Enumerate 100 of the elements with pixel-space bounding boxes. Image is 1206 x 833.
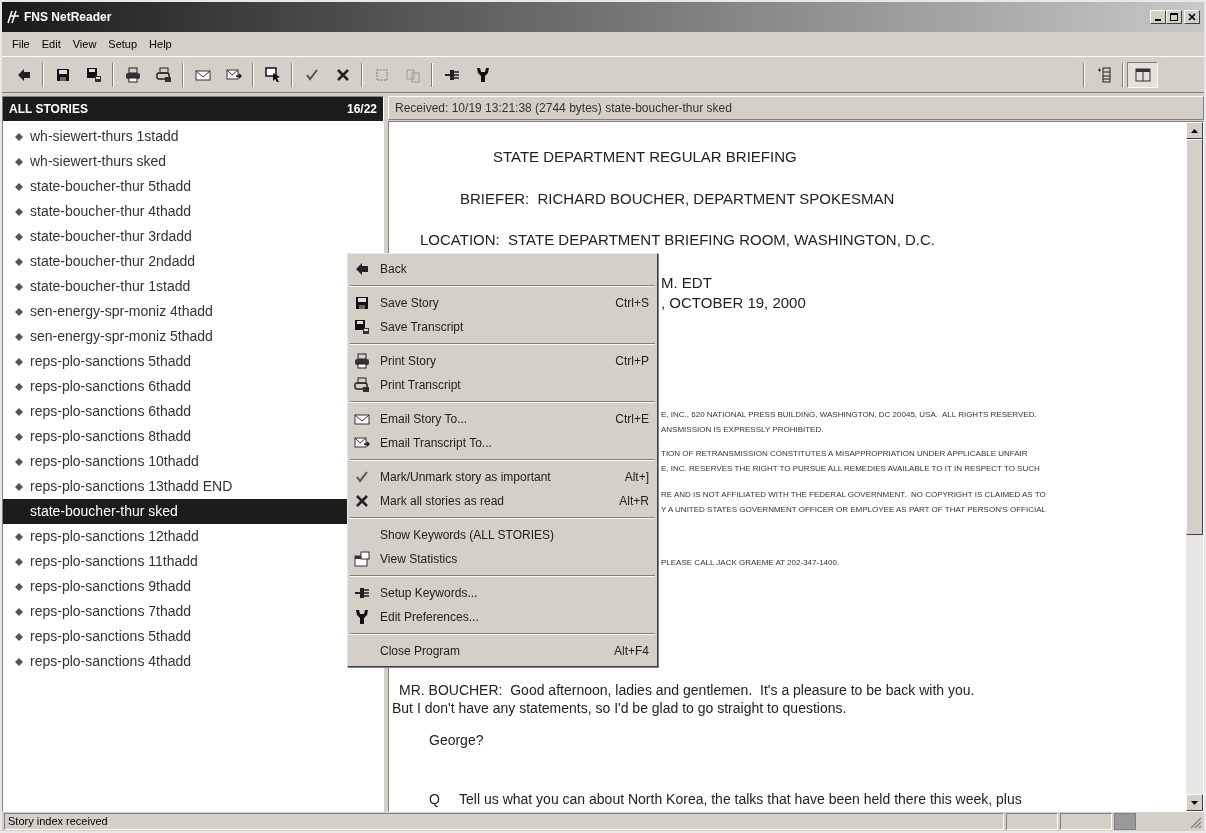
printer-icon (124, 66, 141, 83)
floppy-stack-icon (354, 319, 370, 335)
maximize-icon (1169, 12, 1179, 22)
bullet-icon (15, 307, 23, 316)
menu-item[interactable]: Setup (102, 35, 144, 53)
story-heading: , OCTOBER 19, 2000 (661, 295, 806, 311)
grid-icon (373, 66, 390, 83)
bullet-icon (15, 607, 23, 616)
story-item[interactable]: wh-siewert-thurs sked (3, 149, 348, 174)
bullet-icon (15, 282, 23, 291)
window-title: FNS NetReader (24, 9, 112, 26)
copyright-notice: E, INC. RESERVES THE RIGHT TO PURSUE ALL REMEDIES AVAILABLE TO IT IN RESPECT TO SUCH (661, 464, 1040, 474)
bullet-icon (15, 232, 23, 241)
menu-item[interactable]: Show Keywords (ALL STORIES) (350, 523, 655, 547)
menu-item[interactable]: Mark/Unmark story as important Alt+] (350, 465, 655, 489)
menu-item[interactable]: Close Program Alt+F4 (350, 639, 655, 663)
menu-item[interactable]: Save Story Ctrl+S (350, 291, 655, 315)
bullet-icon (15, 207, 23, 216)
story-item[interactable]: state-boucher-thur sked (3, 499, 348, 524)
window-icon (354, 551, 370, 567)
vertical-scrollbar[interactable] (1186, 122, 1203, 811)
menu-item[interactable]: Print Transcript (350, 373, 655, 397)
envelope-arrow-icon (225, 66, 242, 83)
bullet-icon (15, 257, 23, 266)
story-item[interactable]: reps-plo-sanctions 12thadd (3, 524, 348, 549)
story-item[interactable]: sen-energy-spr-moniz 5thadd (3, 324, 348, 349)
bullet-icon (15, 632, 23, 641)
bullet-icon (15, 532, 23, 541)
copyright-notice: Y A UNITED STATES GOVERNMENT OFFICER OR EMPLOYEE AS PART OF THAT PERSON'S OFFICIAL (661, 505, 1046, 515)
scroll-thumb[interactable] (1186, 139, 1203, 535)
story-item[interactable]: reps-plo-sanctions 6thadd (3, 399, 348, 424)
close-button[interactable] (1184, 10, 1200, 24)
bullet-icon (15, 132, 23, 141)
story-item[interactable]: sen-energy-spr-moniz 4thadd (3, 299, 348, 324)
story-heading: M. EDT (661, 275, 712, 291)
story-item[interactable]: state-boucher-thur 1stadd (3, 274, 348, 299)
story-item[interactable]: reps-plo-sanctions 9thadd (3, 574, 348, 599)
menu-item[interactable]: View Statistics (350, 547, 655, 571)
story-text: Q Tell us what you can about North Korea, the talks that have been held there this week, plus (429, 791, 1022, 807)
story-heading: BRIEFER: RICHARD BOUCHER, DEPARTMENT SPOKESMAN (460, 191, 895, 207)
copyright-notice: PLEASE CALL JACK GRAEME AT 202-347-1400. (661, 558, 840, 568)
shortcut-label: Ctrl+S (614, 295, 649, 312)
menu-item[interactable]: Print Story Ctrl+P (350, 349, 655, 373)
menu-item[interactable]: Mark all stories as read Alt+R (350, 489, 655, 513)
floppy-stack-icon (85, 66, 102, 83)
bullet-icon (15, 382, 23, 391)
menu-item[interactable]: File (6, 35, 36, 53)
bullet-icon (15, 332, 23, 341)
close-icon (1187, 12, 1197, 22)
printer-icon (354, 353, 370, 369)
shortcut-label: Alt+R (618, 493, 649, 510)
scroll-down-button[interactable] (1186, 794, 1203, 811)
menu-item[interactable]: Back (350, 257, 655, 281)
status-text: Story index received (4, 813, 1004, 830)
toolbar-button[interactable] (1127, 61, 1158, 88)
story-item[interactable]: state-boucher-thur 3rdadd (3, 224, 348, 249)
scroll-up-button[interactable] (1186, 122, 1203, 139)
menu-item[interactable]: Help (143, 35, 178, 53)
bullet-icon (15, 582, 23, 591)
copy-icon (404, 66, 421, 83)
story-item[interactable]: state-boucher-thur 5thadd (3, 174, 348, 199)
story-item[interactable]: reps-plo-sanctions 5thadd (3, 624, 348, 649)
menu-item[interactable]: Email Story To... Ctrl+E (350, 407, 655, 431)
printer-stack-icon (354, 377, 370, 393)
shortcut-label: Alt+F4 (613, 643, 649, 660)
story-item[interactable]: reps-plo-sanctions 4thadd (3, 649, 348, 674)
story-item[interactable]: reps-plo-sanctions 8thadd (3, 424, 348, 449)
menu-item[interactable]: Setup Keywords... (350, 581, 655, 605)
menu-item[interactable]: Edit (35, 35, 67, 53)
story-item[interactable]: wh-siewert-thurs 1stadd (3, 124, 348, 149)
story-item[interactable]: reps-plo-sanctions 6thadd (3, 374, 348, 399)
story-item[interactable]: state-boucher-thur 4thadd (3, 199, 348, 224)
bullet-icon (15, 182, 23, 191)
story-item[interactable]: reps-plo-sanctions 5thadd (3, 349, 348, 374)
bullet-icon (15, 432, 23, 441)
copyright-notice: TION OF RETRANSMISSION CONSTITUTES A MISAPPROPRIATION UNDER APPLICABLE UNFAIR (661, 449, 1028, 459)
menu-item[interactable]: Edit Preferences... (350, 605, 655, 629)
shortcut-label: Alt+] (623, 469, 649, 486)
cross-icon (334, 66, 351, 83)
story-text: George? (429, 732, 484, 748)
story-text: MR. BOUCHER: Good afternoon, ladies and gentlemen. It's a pleasure to be back with you. (399, 682, 975, 698)
story-item[interactable]: state-boucher-thur 2ndadd (3, 249, 348, 274)
app-logo-icon (6, 10, 20, 24)
maximize-button[interactable] (1166, 10, 1182, 24)
printer-stack-icon (155, 66, 172, 83)
menu-item[interactable]: View (66, 35, 103, 53)
copyright-notice: RE AND IS NOT AFFILIATED WITH THE FEDERAL GOVERNMENT. NO COPYRIGHT IS CLAIMED AS TO (661, 490, 1046, 500)
story-item[interactable]: reps-plo-sanctions 7thadd (3, 599, 348, 624)
story-item[interactable]: reps-plo-sanctions 11thadd (3, 549, 348, 574)
story-item[interactable]: reps-plo-sanctions 10thadd (3, 449, 348, 474)
menu-item[interactable]: Email Transcript To... (350, 431, 655, 455)
minimize-button[interactable] (1150, 10, 1166, 24)
story-info-bar: Received: 10/19 13:21:38 (2744 bytes) state-boucher-thur sked (388, 96, 1204, 120)
bullet-icon (15, 357, 23, 366)
bullet-icon (15, 457, 23, 466)
story-item[interactable]: reps-plo-sanctions 13thadd END (3, 474, 348, 499)
copyright-notice: ANSMISSION IS EXPRESSLY PROHIBITED. (661, 425, 824, 435)
bullet-icon (15, 157, 23, 166)
menu-item[interactable]: Save Transcript (350, 315, 655, 339)
wrench-icon (474, 66, 491, 83)
